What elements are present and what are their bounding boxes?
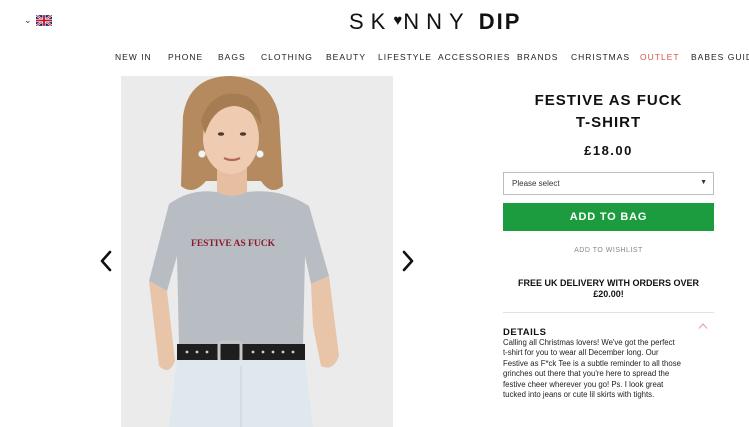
nav-item-accessories[interactable]: ACCESSORIES: [438, 52, 510, 62]
product-gallery: FESTIVE AS FUCK: [98, 76, 418, 427]
logo-text-nny: NNY: [403, 9, 471, 34]
nav-item-phone[interactable]: PHONE: [168, 52, 203, 62]
nav-item-beauty[interactable]: BEAUTY: [326, 52, 366, 62]
logo-text-sk: SK: [349, 9, 393, 34]
delivery-line1: FREE UK DELIVERY WITH ORDERS OVER: [517, 278, 700, 288]
nav-item-clothing[interactable]: CLOTHING: [261, 52, 313, 62]
section-divider: [503, 312, 714, 313]
add-to-bag-button[interactable]: ADD TO BAG: [503, 203, 714, 231]
details-line: Calling all Christmas lovers! We've got …: [503, 338, 675, 347]
chevron-left-icon: [100, 250, 112, 272]
size-select-value: Please select: [512, 179, 560, 188]
logo-text-dip: DIP: [478, 9, 522, 34]
nav-item-outlet[interactable]: OUTLET: [640, 52, 680, 62]
details-line: festive cheer wherever you go! Ps. I loo…: [503, 379, 664, 389]
details-line: tucked into jeans or cute lil skirts wit…: [503, 390, 655, 400]
product-title-line1: FESTIVE AS FUCK: [534, 92, 683, 109]
product-title: FESTIVE AS FUCK T-SHIRT: [503, 90, 714, 134]
product-image: FESTIVE AS FUCK: [121, 76, 393, 427]
model-illustration: FESTIVE AS FUCK: [121, 76, 393, 427]
nav-item-christmas[interactable]: CHRISTMAS: [571, 52, 630, 62]
details-line: t-shirt for you to wear all December lon…: [503, 348, 659, 358]
chevron-down-icon: ⌄: [24, 15, 32, 25]
gallery-prev-button[interactable]: [98, 250, 114, 272]
gallery-next-button[interactable]: [400, 250, 416, 272]
nav-item-bags[interactable]: BAGS: [218, 52, 246, 62]
site-logo[interactable]: SK ♥ NNY DIP: [349, 9, 521, 35]
nav-item-lifestyle[interactable]: LIFESTYLE: [378, 52, 432, 62]
nav-item-babes-guide[interactable]: BABES GUIDE: [691, 52, 749, 62]
product-price: £18.00: [584, 143, 633, 158]
main-nav: NEW IN PHONE BAGS CLOTHING BEAUTY LIFEST…: [0, 52, 749, 66]
caret-down-icon: ▼: [700, 179, 707, 186]
add-to-wishlist-link[interactable]: ADD TO WISHLIST: [503, 247, 714, 254]
chevron-up-icon: [698, 323, 708, 329]
chevron-right-icon: [402, 250, 414, 272]
details-toggle[interactable]: DETAILS: [503, 322, 714, 338]
details-line: Festive as F*ck Tee is a subtle reminder…: [503, 358, 681, 368]
uk-flag-icon: [35, 15, 52, 26]
size-select[interactable]: Please select ▼: [503, 172, 714, 195]
tee-print-text: FESTIVE AS FUCK: [191, 239, 276, 249]
details-line: grinches out there that you're here to s…: [503, 369, 670, 379]
locale-selector[interactable]: ⌄: [24, 15, 52, 26]
nav-item-new-in[interactable]: NEW IN: [115, 52, 152, 62]
product-info: FESTIVE AS FUCK T-SHIRT £18.00 Please se…: [503, 90, 714, 400]
product-title-line2: T-SHIRT: [575, 114, 642, 131]
details-heading: DETAILS: [503, 327, 547, 338]
nav-item-brands[interactable]: BRANDS: [517, 52, 558, 62]
site-header: ⌄ SK ♥ NNY DIP: [0, 0, 749, 44]
details-description: Calling all Christmas lovers! We've got …: [503, 338, 714, 400]
heart-icon: ♥: [393, 11, 403, 29]
delivery-line2: £20.00!: [593, 289, 624, 299]
delivery-banner: FREE UK DELIVERY WITH ORDERS OVER £20.00…: [503, 278, 714, 300]
